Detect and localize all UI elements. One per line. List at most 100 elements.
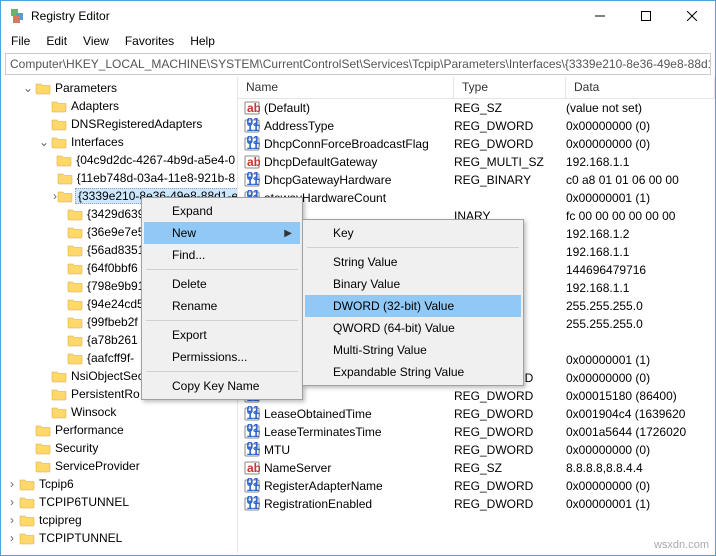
tree-item-label: Interfaces [69, 135, 126, 149]
tree-item-label: {99fbeb2f [85, 315, 140, 329]
expand-icon[interactable]: › [5, 513, 19, 527]
binary-value-icon [244, 496, 260, 512]
value-type: REG_SZ [454, 461, 566, 475]
value-data: 192.168.1.1 [566, 155, 715, 169]
ctx-new-key[interactable]: Key [305, 222, 521, 244]
column-name[interactable]: Name [238, 77, 454, 98]
ctx-new-binary[interactable]: Binary Value [305, 273, 521, 295]
value-type: REG_MULTI_SZ [454, 155, 566, 169]
menu-file[interactable]: File [3, 32, 38, 50]
menu-edit[interactable]: Edit [38, 32, 75, 50]
menu-bar: File Edit View Favorites Help [1, 31, 715, 51]
context-menu-new: Key String Value Binary Value DWORD (32-… [302, 219, 524, 386]
tree-item[interactable]: ›TCPIPTUNNEL [1, 529, 237, 547]
ctx-new[interactable]: New▶ [144, 222, 300, 244]
tree-item-label: PersistentRo [69, 387, 142, 401]
tree-item[interactable]: › Tcpip6 [1, 475, 237, 493]
list-row[interactable]: NameServerREG_SZ8.8.8.8,8.8.4.4 [238, 459, 715, 477]
folder-icon [67, 225, 83, 239]
list-row[interactable]: AddressTypeREG_DWORD0x00000000 (0) [238, 117, 715, 135]
tree-item-label: {64f0bbf6 [85, 261, 140, 275]
list-row[interactable]: DhcpDefaultGatewayREG_MULTI_SZ192.168.1.… [238, 153, 715, 171]
value-name: LeaseObtainedTime [264, 407, 454, 421]
expand-icon[interactable]: › [5, 531, 19, 545]
tree-item[interactable]: {04c9d2dc-4267-4b9d-a5e4-0 [1, 151, 237, 169]
menu-favorites[interactable]: Favorites [117, 32, 182, 50]
column-type[interactable]: Type [454, 77, 566, 98]
value-data: 0x00000000 (0) [566, 479, 715, 493]
value-data: fc 00 00 00 00 00 00 [566, 209, 715, 223]
tree-item-label: Tcpip6 [37, 477, 76, 491]
maximize-button[interactable] [623, 1, 669, 31]
list-row[interactable]: LeaseObtainedTimeREG_DWORD0x001904c4 (16… [238, 405, 715, 423]
context-menu-key: Expand New▶ Find... Delete Rename Export… [141, 197, 303, 400]
list-row[interactable]: (Default)REG_SZ(value not set) [238, 99, 715, 117]
tree-item[interactable]: {11eb748d-03a4-11e8-921b-8 [1, 169, 237, 187]
tree-item[interactable]: ›tcpipreg [1, 511, 237, 529]
ctx-delete[interactable]: Delete [144, 273, 300, 295]
ctx-expand[interactable]: Expand [144, 200, 300, 222]
tree-item[interactable]: Adapters [1, 97, 237, 115]
ctx-copy-key-name[interactable]: Copy Key Name [144, 375, 300, 397]
value-type: REG_DWORD [454, 479, 566, 493]
minimize-button[interactable] [577, 1, 623, 31]
folder-icon [51, 117, 67, 131]
ctx-new-qword[interactable]: QWORD (64-bit) Value [305, 317, 521, 339]
value-data: 192.168.1.1 [566, 245, 715, 259]
collapse-icon[interactable]: ⌄ [21, 81, 35, 95]
folder-icon [51, 99, 67, 113]
column-data[interactable]: Data [566, 77, 715, 98]
tree-item[interactable]: ⌄ Interfaces [1, 133, 237, 151]
list-row[interactable]: MTUREG_DWORD0x00000000 (0) [238, 441, 715, 459]
tree-item[interactable]: Winsock [1, 403, 237, 421]
address-bar[interactable]: Computer\HKEY_LOCAL_MACHINE\SYSTEM\Curre… [5, 53, 711, 75]
tree-item-label: Parameters [53, 81, 119, 95]
close-button[interactable] [669, 1, 715, 31]
folder-icon [51, 387, 67, 401]
tree-item-label: Winsock [69, 405, 118, 419]
collapse-icon[interactable]: ⌄ [37, 135, 51, 149]
value-type: REG_DWORD [454, 407, 566, 421]
list-row[interactable]: RegistrationEnabledREG_DWORD0x00000001 (… [238, 495, 715, 513]
expand-icon[interactable]: › [5, 495, 19, 509]
tree-item[interactable]: ›TCPIP6TUNNEL [1, 493, 237, 511]
value-type: REG_SZ [454, 101, 566, 115]
menu-view[interactable]: View [75, 32, 117, 50]
tree-item[interactable]: ⌄ Parameters [1, 79, 237, 97]
value-data: 0x00015180 (86400) [566, 389, 715, 403]
list-row[interactable]: LeaseTerminatesTimeREG_DWORD0x001a5644 (… [238, 423, 715, 441]
tree-item-label: {11eb748d-03a4-11e8-921b-8 [75, 171, 237, 185]
app-icon [9, 8, 25, 24]
value-name: DhcpGatewayHardware [264, 173, 454, 187]
list-row[interactable]: DhcpGatewayHardwareREG_BINARYc0 a8 01 01… [238, 171, 715, 189]
string-value-icon [244, 154, 260, 170]
ctx-export[interactable]: Export [144, 324, 300, 346]
binary-value-icon [244, 118, 260, 134]
ctx-permissions[interactable]: Permissions... [144, 346, 300, 368]
list-row[interactable]: LeaseREG_DWORD0x00015180 (86400) [238, 387, 715, 405]
value-data: 255.255.255.0 [566, 299, 715, 313]
tree-item[interactable]: Security [1, 439, 237, 457]
tree-item-label: {04c9d2dc-4267-4b9d-a5e4-0 [74, 153, 237, 167]
list-row[interactable]: DhcpConnForceBroadcastFlagREG_DWORD0x000… [238, 135, 715, 153]
tree-item[interactable]: ServiceProvider [1, 457, 237, 475]
value-type: REG_DWORD [454, 443, 566, 457]
menu-help[interactable]: Help [182, 32, 223, 50]
ctx-new-multi-string[interactable]: Multi-String Value [305, 339, 521, 361]
binary-value-icon [244, 478, 260, 494]
ctx-find[interactable]: Find... [144, 244, 300, 266]
ctx-new-dword[interactable]: DWORD (32-bit) Value [305, 295, 521, 317]
ctx-new-expandable-string[interactable]: Expandable String Value [305, 361, 521, 383]
value-data: 192.168.1.1 [566, 281, 715, 295]
list-row[interactable]: atewayHardwareCount0x00000001 (1) [238, 189, 715, 207]
tree-item-label: {3429d639 [85, 207, 146, 221]
list-row[interactable]: RegisterAdapterNameREG_DWORD0x00000000 (… [238, 477, 715, 495]
ctx-rename[interactable]: Rename [144, 295, 300, 317]
ctx-new-string[interactable]: String Value [305, 251, 521, 273]
expand-icon[interactable]: › [5, 477, 19, 491]
value-name: LeaseTerminatesTime [264, 425, 454, 439]
tree-item[interactable]: Performance [1, 421, 237, 439]
binary-value-icon [244, 406, 260, 422]
folder-icon [56, 153, 72, 167]
tree-item[interactable]: DNSRegisteredAdapters [1, 115, 237, 133]
